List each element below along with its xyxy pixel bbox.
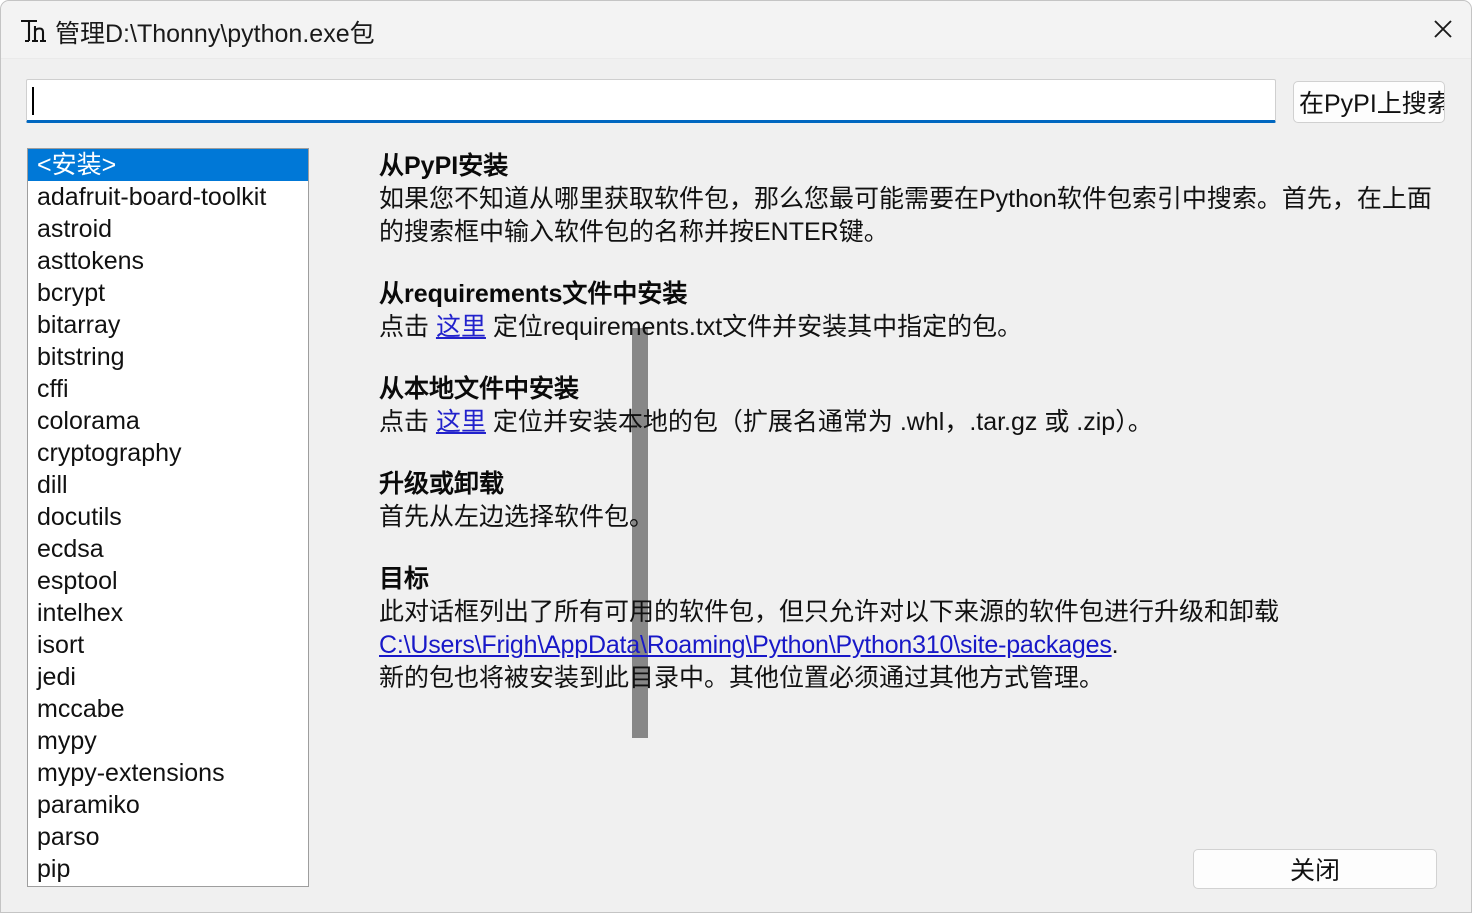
target-note: 新的包也将被安装到此目录中。其他位置必须通过其他方式管理。 <box>379 662 1439 695</box>
info-section-heading: 升级或卸载 <box>379 467 1439 501</box>
list-item[interactable]: colorama <box>28 405 308 437</box>
package-manager-window: 管理D:\Thonny\python.exe包 在PyPI上搜索 <安装>ada… <box>0 0 1472 913</box>
info-text: 点击 <box>379 313 436 341</box>
list-item[interactable]: bitstring <box>28 341 308 373</box>
here-link[interactable]: 这里 <box>436 408 486 436</box>
info-section-body: 点击 这里 定位并安装本地的包（扩展名通常为 .whl，.tar.gz 或 .z… <box>379 406 1439 439</box>
window-close-icon[interactable] <box>1415 1 1471 57</box>
list-item[interactable]: paramiko <box>28 789 308 821</box>
info-section: 升级或卸载首先从左边选择软件包。 <box>379 467 1439 534</box>
info-section-body: 首先从左边选择软件包。 <box>379 501 1439 534</box>
path-suffix: . <box>1112 631 1119 659</box>
info-text: 如果您不知道从哪里获取软件包，那么您最可能需要在Python软件包索引中搜索。首… <box>379 185 1432 246</box>
list-item[interactable]: parso <box>28 821 308 853</box>
info-section-heading: 从PyPI安装 <box>379 149 1439 183</box>
list-item[interactable]: <安装> <box>28 149 308 181</box>
info-section-heading: 从requirements文件中安装 <box>379 277 1439 311</box>
list-item[interactable]: mccabe <box>28 693 308 725</box>
info-panel: 从PyPI安装如果您不知道从哪里获取软件包，那么您最可能需要在Python软件包… <box>379 149 1439 723</box>
list-item[interactable]: cryptography <box>28 437 308 469</box>
package-listbox[interactable]: <安装>adafruit-board-toolkitastroidasttoke… <box>27 148 309 887</box>
list-item[interactable]: bitarray <box>28 309 308 341</box>
target-description: 此对话框列出了所有可用的软件包，但只允许对以下来源的软件包进行升级和卸载 <box>379 596 1439 629</box>
site-packages-path-link[interactable]: C:\Users\Frigh\AppData\Roaming\Python\Py… <box>379 631 1112 659</box>
list-item[interactable]: mypy <box>28 725 308 757</box>
thonny-logo-icon <box>17 15 49 47</box>
list-item[interactable]: intelhex <box>28 597 308 629</box>
list-item[interactable]: docutils <box>28 501 308 533</box>
search-pypi-button[interactable]: 在PyPI上搜索 <box>1293 81 1445 123</box>
title-bar: 管理D:\Thonny\python.exe包 <box>1 1 1471 59</box>
info-section: 从requirements文件中安装点击 这里 定位requirements.t… <box>379 277 1439 344</box>
target-heading: 目标 <box>379 562 1439 596</box>
search-input[interactable] <box>26 79 1276 123</box>
list-item[interactable]: jedi <box>28 661 308 693</box>
list-item[interactable]: cffi <box>28 373 308 405</box>
info-section-body: 如果您不知道从哪里获取软件包，那么您最可能需要在Python软件包索引中搜索。首… <box>379 183 1439 249</box>
list-item[interactable]: bcrypt <box>28 277 308 309</box>
close-button[interactable]: 关闭 <box>1193 849 1437 889</box>
list-item[interactable]: isort <box>28 629 308 661</box>
here-link[interactable]: 这里 <box>436 313 486 341</box>
info-section: 从本地文件中安装点击 这里 定位并安装本地的包（扩展名通常为 .whl，.tar… <box>379 372 1439 439</box>
info-text: 首先从左边选择软件包。 <box>379 503 654 531</box>
list-item[interactable]: pip <box>28 853 308 885</box>
list-item[interactable]: mypy-extensions <box>28 757 308 789</box>
text-caret <box>32 87 34 115</box>
list-item[interactable]: dill <box>28 469 308 501</box>
list-item[interactable]: ecdsa <box>28 533 308 565</box>
target-path-row: C:\Users\Frigh\AppData\Roaming\Python\Py… <box>379 629 1439 662</box>
package-list-scrollbar[interactable] <box>316 148 334 887</box>
info-text: 定位requirements.txt文件并安装其中指定的包。 <box>486 313 1022 341</box>
info-section: 从PyPI安装如果您不知道从哪里获取软件包，那么您最可能需要在Python软件包… <box>379 149 1439 249</box>
list-item[interactable]: esptool <box>28 565 308 597</box>
info-section-heading: 从本地文件中安装 <box>379 372 1439 406</box>
list-item[interactable]: adafruit-board-toolkit <box>28 181 308 213</box>
list-item[interactable]: asttokens <box>28 245 308 277</box>
info-text: 定位并安装本地的包（扩展名通常为 .whl，.tar.gz 或 .zip）。 <box>486 408 1153 436</box>
target-section: 目标此对话框列出了所有可用的软件包，但只允许对以下来源的软件包进行升级和卸载C:… <box>379 562 1439 695</box>
list-item[interactable]: astroid <box>28 213 308 245</box>
info-text: 点击 <box>379 408 436 436</box>
info-section-body: 点击 这里 定位requirements.txt文件并安装其中指定的包。 <box>379 311 1439 344</box>
page-title: 管理D:\Thonny\python.exe包 <box>55 14 375 50</box>
